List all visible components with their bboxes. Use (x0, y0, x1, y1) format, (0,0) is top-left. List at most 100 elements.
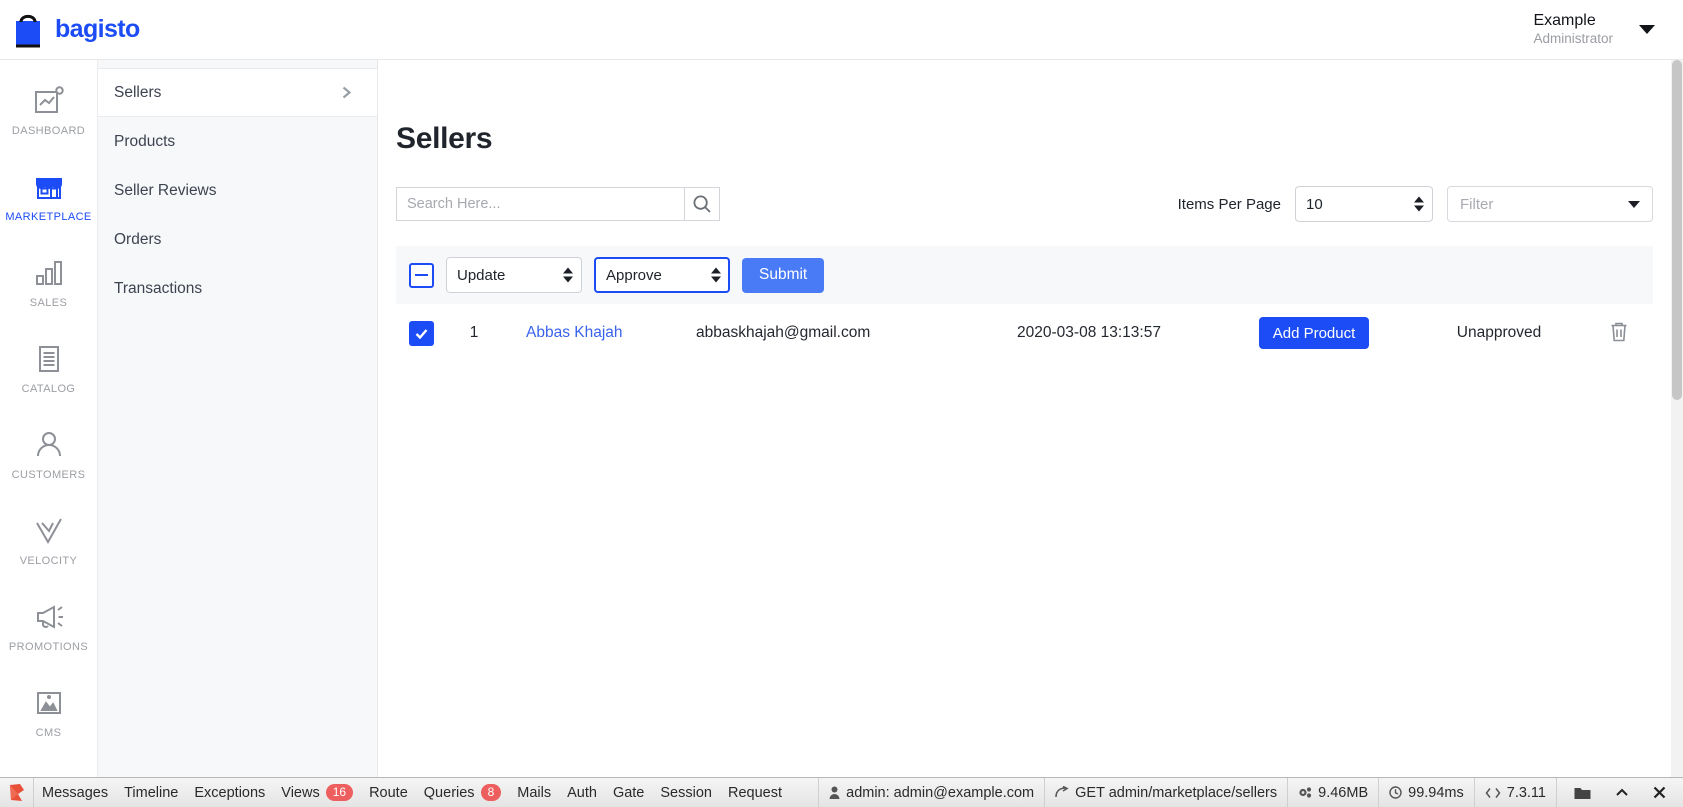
row-name-cell: Abbas Khajah (506, 324, 674, 342)
user-icon (829, 786, 840, 799)
filter-dropdown[interactable]: Filter (1447, 186, 1653, 222)
trash-icon (1611, 322, 1626, 341)
indeterminate-dash-icon (415, 273, 428, 277)
add-product-button[interactable]: Add Product (1258, 317, 1370, 349)
bar-chart-icon (35, 261, 62, 285)
submit-button[interactable]: Submit (742, 257, 825, 293)
debug-tab-views[interactable]: Views 16 (273, 778, 361, 807)
sidebar-item-customers[interactable]: CUSTOMERS (0, 422, 97, 508)
submenu-label: Seller Reviews (114, 181, 217, 199)
items-per-page-select[interactable]: 10 (1295, 186, 1433, 222)
tab-label: Messages (42, 784, 109, 801)
views-badge: 16 (325, 783, 354, 802)
sidebar-item-cms[interactable]: CMS (0, 680, 97, 766)
search-group (396, 187, 720, 221)
sidebar-item-dashboard[interactable]: DASHBOARD (0, 78, 97, 164)
submenu-label: Transactions (114, 279, 203, 297)
debug-tab-queries[interactable]: Queries 8 (416, 778, 509, 807)
delete-button[interactable] (1604, 316, 1634, 351)
row-checkbox[interactable] (409, 320, 434, 346)
chevron-right-icon (338, 84, 355, 101)
sidebar-item-promotions[interactable]: PROMOTIONS (0, 594, 97, 680)
sidebar-label: SALES (29, 297, 68, 309)
auth-user-label: admin: admin@example.com (846, 784, 1035, 801)
debug-tab-session[interactable]: Session (652, 778, 720, 807)
laravel-icon[interactable] (0, 777, 34, 807)
main-content: Sellers Items Per Page 10 (378, 60, 1671, 777)
cms-icon (36, 692, 61, 714)
submenu-item-products[interactable]: Products (98, 117, 377, 166)
debug-tab-request[interactable]: Request (720, 778, 790, 807)
app-root: bagisto Example Administrator DASHBOARD (0, 0, 1683, 807)
mass-action-select-wrap: Update (446, 257, 582, 293)
row-date: 2020-03-08 13:13:57 (1017, 324, 1161, 341)
chevron-down-icon (1628, 200, 1640, 208)
debug-tab-route[interactable]: Route (361, 778, 416, 807)
document-icon (38, 346, 59, 372)
toolbar: Items Per Page 10 Filter (396, 186, 1653, 222)
brand-logo[interactable]: bagisto (0, 11, 375, 49)
mass-value-select-wrap: Approve (594, 257, 730, 293)
debug-tab-gate[interactable]: Gate (605, 778, 652, 807)
sellers-table: 1 Abbas Khajah abbaskhajah@gmail.com 202… (396, 304, 1653, 362)
chevron-down-icon[interactable] (1639, 25, 1655, 34)
items-per-page-label: Items Per Page (1177, 195, 1281, 213)
tab-label: Exceptions (194, 784, 266, 801)
close-icon[interactable] (1646, 786, 1673, 799)
mass-value-select[interactable]: Approve (594, 257, 730, 293)
code-icon (1485, 787, 1501, 799)
debug-php-version[interactable]: 7.3.11 (1473, 777, 1556, 807)
tab-label: Queries (423, 784, 475, 801)
submenu-item-orders[interactable]: Orders (98, 215, 377, 264)
sidebar-item-catalog[interactable]: CATALOG (0, 336, 97, 422)
debug-tab-mails[interactable]: Mails (509, 778, 559, 807)
clock-icon (1389, 786, 1402, 799)
dashboard-icon (34, 86, 64, 113)
page-scrollbar[interactable] (1671, 60, 1683, 777)
row-delete-cell (1584, 316, 1653, 351)
submenu-label: Orders (114, 230, 162, 248)
sidebar-item-sales[interactable]: SALES (0, 250, 97, 336)
user-menu[interactable]: Example Administrator (1533, 11, 1683, 48)
sidebar-item-marketplace[interactable]: MARKETPLACE (0, 164, 97, 250)
sidebar-label: PROMOTIONS (8, 641, 89, 653)
submenu-label: Sellers (114, 83, 162, 101)
debug-route[interactable]: GET admin/marketplace/sellers (1044, 777, 1287, 807)
sidebar-label: CUSTOMERS (11, 469, 86, 481)
scrollbar-thumb[interactable] (1672, 60, 1682, 400)
php-version-label: 7.3.11 (1506, 784, 1546, 801)
search-input[interactable] (396, 187, 684, 221)
page-title: Sellers (396, 122, 493, 155)
sidebar-rail: DASHBOARD MARKETPLACE SALES CATALOG CUST… (0, 60, 98, 777)
mass-action-select[interactable]: Update (446, 257, 582, 293)
tab-label: Request (727, 784, 782, 801)
top-header: bagisto Example Administrator (0, 0, 1683, 60)
search-icon (693, 195, 711, 213)
user-info: Example Administrator (1533, 11, 1613, 48)
debug-tab-exceptions[interactable]: Exceptions (186, 778, 273, 807)
mass-action-bar: Update Approve Submit (396, 246, 1653, 304)
seller-name-link[interactable]: Abbas Khajah (526, 324, 623, 341)
debug-tab-messages[interactable]: Messages (34, 778, 116, 807)
folder-icon[interactable] (1567, 786, 1598, 800)
sidebar-label: MARKETPLACE (5, 211, 92, 223)
submenu-label: Products (114, 132, 176, 150)
debugbar-controls (1556, 777, 1683, 807)
select-all-checkbox[interactable] (409, 262, 434, 288)
debug-time[interactable]: 99.94ms (1378, 777, 1474, 807)
submenu-panel: Sellers Products Seller Reviews Orders T… (98, 60, 378, 777)
debug-tab-timeline[interactable]: Timeline (116, 778, 186, 807)
debug-tab-auth[interactable]: Auth (559, 778, 605, 807)
submenu-item-transactions[interactable]: Transactions (98, 264, 377, 313)
time-label: 99.94ms (1408, 784, 1464, 801)
check-mark-icon (35, 518, 62, 545)
person-icon (36, 432, 61, 457)
debug-auth-user[interactable]: admin: admin@example.com (818, 777, 1044, 807)
search-button[interactable] (684, 187, 720, 221)
submenu-item-seller-reviews[interactable]: Seller Reviews (98, 166, 377, 215)
collapse-chevron-icon[interactable] (1608, 787, 1636, 799)
tab-label: Route (369, 784, 408, 801)
debug-memory[interactable]: 9.46MB (1287, 777, 1378, 807)
submenu-item-sellers[interactable]: Sellers (98, 68, 377, 117)
sidebar-item-velocity[interactable]: VELOCITY (0, 508, 97, 594)
